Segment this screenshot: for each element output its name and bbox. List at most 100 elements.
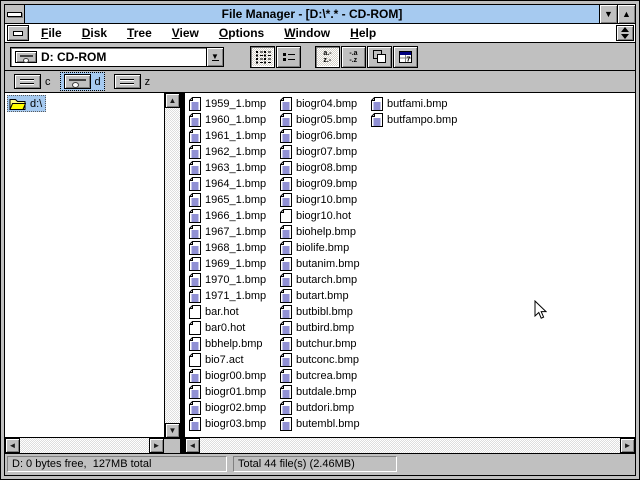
maximize-button[interactable]: ▲ (617, 5, 635, 23)
blank-document-icon (189, 305, 201, 319)
file-item[interactable]: biogr04.bmp (280, 96, 371, 112)
view-details-icon (282, 52, 295, 61)
file-item[interactable]: 1960_1.bmp (189, 112, 280, 128)
menu-window[interactable]: Window (274, 24, 340, 42)
scroll-left-button[interactable]: ◄ (5, 438, 20, 453)
file-name: 1969_1.bmp (205, 258, 267, 270)
status-file-count: Total 44 file(s) (2.46MB) (233, 456, 397, 472)
file-list: 1959_1.bmp 1960_1.bmp 1961_1.bmp 1962_1.bmp… (189, 96, 462, 432)
sort-za-icon: -.a -.z (349, 49, 358, 64)
title-bar[interactable]: File Manager - [D:\*.* - CD-ROM] ▼ ▲ (5, 5, 635, 24)
file-item[interactable]: butart.bmp (280, 288, 371, 304)
file-item[interactable]: 1970_1.bmp (189, 272, 280, 288)
file-item[interactable]: biogr07.bmp (280, 144, 371, 160)
file-item[interactable]: 1966_1.bmp (189, 208, 280, 224)
scroll-right-icon: ► (623, 440, 632, 450)
file-name: 1965_1.bmp (205, 194, 267, 206)
menu-view[interactable]: View (162, 24, 209, 42)
file-name: bbhelp.bmp (205, 338, 263, 350)
file-item[interactable]: butfami.bmp (371, 96, 462, 112)
document-icon (280, 193, 292, 207)
scroll-right-button[interactable]: ► (149, 438, 164, 453)
drive-d-button[interactable]: d (59, 72, 105, 91)
document-restore-button[interactable] (616, 25, 634, 41)
file-item[interactable]: butdori.bmp (280, 400, 371, 416)
file-item[interactable]: butbird.bmp (280, 320, 371, 336)
file-column: biogr04.bmp biogr05.bmp biogr06.bmp biogr07… (280, 96, 371, 432)
scroll-down-button[interactable]: ▼ (165, 423, 180, 438)
view-all-file-details-button[interactable] (276, 45, 301, 68)
file-item[interactable]: biogr08.bmp (280, 160, 371, 176)
document-icon (280, 97, 292, 111)
drive-c-button[interactable]: c (10, 72, 55, 91)
menu-tree[interactable]: Tree (117, 24, 162, 42)
file-item[interactable]: 1959_1.bmp (189, 96, 280, 112)
file-name: biogr03.bmp (205, 418, 267, 430)
file-item[interactable]: biogr01.bmp (189, 384, 280, 400)
file-item[interactable]: 1969_1.bmp (189, 256, 280, 272)
file-item[interactable]: 1965_1.bmp (189, 192, 280, 208)
file-item[interactable]: biolife.bmp (280, 240, 371, 256)
copy-button[interactable] (367, 45, 392, 68)
file-item[interactable]: biogr05.bmp (280, 112, 371, 128)
file-item[interactable]: 1968_1.bmp (189, 240, 280, 256)
sort-by-type-button[interactable]: -.a -.z (341, 45, 366, 68)
file-item[interactable]: biogr09.bmp (280, 176, 371, 192)
scroll-right-button[interactable]: ► (620, 438, 635, 453)
file-item[interactable]: biogr10.bmp (280, 192, 371, 208)
drive-z-button[interactable]: z (110, 72, 155, 91)
file-name: 1970_1.bmp (205, 274, 267, 286)
menu-options[interactable]: Options (209, 24, 274, 42)
file-item[interactable]: 1971_1.bmp (189, 288, 280, 304)
system-menu-button[interactable] (5, 5, 25, 23)
file-item[interactable]: bar0.hot (189, 320, 280, 336)
restore-icon (621, 27, 629, 32)
file-item[interactable]: bbhelp.bmp (189, 336, 280, 352)
drive-selector-combobox[interactable]: D: CD-ROM ▼ (10, 46, 224, 67)
view-by-name-button[interactable] (250, 45, 275, 68)
tree-vertical-scrollbar[interactable]: ▲ ▼ (164, 93, 180, 438)
document-icon (371, 97, 383, 111)
file-item[interactable]: butcrea.bmp (280, 368, 371, 384)
file-item[interactable]: biogr02.bmp (189, 400, 280, 416)
minimize-button[interactable]: ▼ (599, 5, 617, 23)
file-item[interactable]: biohelp.bmp (280, 224, 371, 240)
sort-by-name-button[interactable]: a.- z.- (315, 45, 340, 68)
files-horizontal-scrollbar[interactable]: ◄ ► (185, 437, 635, 453)
file-item[interactable]: bar.hot (189, 304, 280, 320)
file-item[interactable]: 1964_1.bmp (189, 176, 280, 192)
document-icon (189, 369, 201, 383)
file-item[interactable]: butbibl.bmp (280, 304, 371, 320)
file-item[interactable]: butchur.bmp (280, 336, 371, 352)
file-item[interactable]: butdale.bmp (280, 384, 371, 400)
tree-item-d-root[interactable]: d:\ (7, 95, 47, 112)
cdrom-drive-icon (15, 50, 37, 63)
schedule-button[interactable]: 7 (393, 45, 418, 68)
scroll-up-button[interactable]: ▲ (165, 93, 180, 108)
file-item[interactable]: biogr00.bmp (189, 368, 280, 384)
drive-selector-dropdown-button[interactable]: ▼ (206, 47, 223, 66)
menu-help[interactable]: Help (340, 24, 386, 42)
file-item[interactable]: butfampo.bmp (371, 112, 462, 128)
file-item[interactable]: 1963_1.bmp (189, 160, 280, 176)
document-control-menu-button[interactable] (7, 25, 29, 41)
document-icon (371, 113, 383, 127)
file-item[interactable]: bio7.act (189, 352, 280, 368)
file-item[interactable]: 1962_1.bmp (189, 144, 280, 160)
menu-disk[interactable]: Disk (72, 24, 117, 42)
file-item[interactable]: butconc.bmp (280, 352, 371, 368)
scroll-left-button[interactable]: ◄ (185, 438, 200, 453)
file-item[interactable]: butarch.bmp (280, 272, 371, 288)
file-item[interactable]: butanim.bmp (280, 256, 371, 272)
menu-file[interactable]: File (31, 24, 72, 42)
document-icon (189, 113, 201, 127)
file-item[interactable]: biogr10.hot (280, 208, 371, 224)
tree-horizontal-scrollbar[interactable]: ◄ ► (5, 437, 164, 453)
file-item[interactable]: 1961_1.bmp (189, 128, 280, 144)
document-icon (189, 225, 201, 239)
file-item[interactable]: butembl.bmp (280, 416, 371, 432)
file-item[interactable]: 1967_1.bmp (189, 224, 280, 240)
file-item[interactable]: biogr03.bmp (189, 416, 280, 432)
file-item[interactable]: biogr06.bmp (280, 128, 371, 144)
sort-az-icon: a.- z.- (323, 49, 332, 64)
